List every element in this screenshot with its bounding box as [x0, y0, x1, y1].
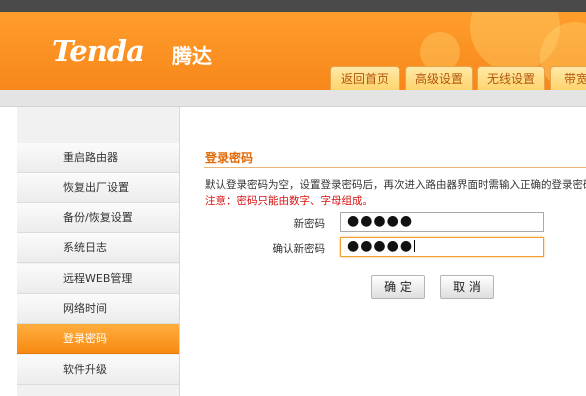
- sidebar-item-login-password[interactable]: 登录密码: [17, 324, 179, 354]
- confirm-password-field[interactable]: ●●●●●: [340, 237, 544, 257]
- new-password-label: 新密码: [293, 218, 326, 230]
- text-caret: [414, 240, 416, 252]
- warning-note: 注意：密码只能由数字、字母组成。: [205, 195, 373, 207]
- sidebar-item-factory-reset[interactable]: 恢复出厂设置: [17, 173, 179, 203]
- tab-bandwidth[interactable]: 带宽: [550, 66, 586, 90]
- sidebar-item-firmware-upgrade[interactable]: 软件升级: [17, 355, 179, 385]
- sidebar: 重启路由器 恢复出厂设置 备份/恢复设置 系统日志 远程WEB管理 网络时间 登…: [17, 107, 180, 396]
- brand-logo-chinese: 腾达: [172, 44, 212, 68]
- cancel-button[interactable]: 取 消: [440, 275, 494, 299]
- nav-underbar: [0, 90, 586, 107]
- sidebar-item-backup-restore[interactable]: 备份/恢复设置: [17, 203, 179, 233]
- page-title: 登录密码: [205, 151, 254, 165]
- sidebar-item-remote-web[interactable]: 远程WEB管理: [17, 264, 179, 294]
- sidebar-item-network-time[interactable]: 网络时间: [17, 294, 179, 324]
- title-divider: [204, 167, 586, 168]
- description-text: 默认登录密码为空，设置登录密码后，再次进入路由器界面时需输入正确的登录密码。: [205, 179, 586, 191]
- tab-home[interactable]: 返回首页: [330, 66, 400, 90]
- header-banner: Tenda 腾达 返回首页 高级设置 无线设置 带宽: [0, 12, 586, 90]
- confirm-password-label: 确认新密码: [272, 243, 326, 255]
- sidebar-item-reboot-router[interactable]: 重启路由器: [17, 143, 179, 173]
- main-content: 登录密码 默认登录密码为空，设置登录密码后，再次进入路由器界面时需输入正确的登录…: [190, 107, 586, 396]
- tab-advanced-settings[interactable]: 高级设置: [405, 66, 473, 90]
- top-dark-bar: [0, 0, 586, 12]
- sidebar-item-system-log[interactable]: 系统日志: [17, 233, 179, 263]
- ok-button[interactable]: 确 定: [371, 275, 425, 299]
- new-password-field[interactable]: ●●●●●: [340, 212, 544, 232]
- brand-logo: Tenda: [52, 34, 145, 68]
- confirm-password-value: ●●●●●: [347, 238, 414, 254]
- tab-wireless-settings[interactable]: 无线设置: [477, 66, 545, 90]
